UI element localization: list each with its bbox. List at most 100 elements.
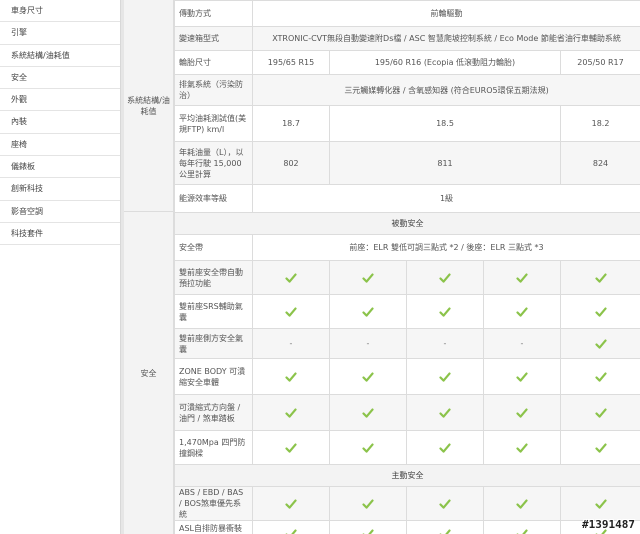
- check-icon: [362, 307, 374, 317]
- not-available-mark: -: [289, 339, 293, 348]
- check-cell: [559, 430, 640, 465]
- table-row: 雙前座側方安全氣囊 - - - -: [174, 328, 640, 359]
- check-icon: [594, 372, 607, 382]
- cell-fuel-2: 18.5: [329, 105, 561, 142]
- check-icon: [594, 339, 607, 349]
- check-icon: [516, 372, 528, 382]
- row-label-collapsible: 可潰縮式方向盤 / 油門 / 煞車踏板: [174, 394, 253, 431]
- row-label-door-beam: 1,470Mpa 四門防撞鋼樑: [174, 430, 253, 465]
- check-icon: [362, 372, 374, 382]
- dash-cell: [559, 328, 640, 359]
- check-cell: [406, 294, 484, 329]
- dash-cell: -: [252, 328, 330, 359]
- check-cell: [483, 394, 561, 431]
- check-icon: [285, 529, 297, 534]
- sidebar-item-av-aircon[interactable]: 影音空調: [0, 201, 120, 223]
- section-title-active: 主動安全: [173, 464, 640, 487]
- check-icon: [594, 443, 607, 453]
- cell-tire-3: 205/50 R17: [559, 50, 640, 75]
- dash-cell: -: [406, 328, 484, 359]
- row-label-asl: ASL自排防暴衝裝置: [174, 520, 253, 534]
- check-cell: [406, 486, 484, 521]
- spec-table: 傳動方式 前輪驅動 變速箱型式 XTRONIC-CVT無段自動變速附Ds檔 / …: [173, 0, 640, 534]
- row-label-emission: 排氣系統（污染防治）: [174, 74, 253, 106]
- check-cell: [252, 430, 330, 465]
- check-icon: [439, 529, 451, 534]
- check-cell: [406, 260, 484, 295]
- table-row: 平均油耗測試值(美規FTP) km/l 18.7 18.5 18.2: [174, 105, 640, 142]
- sidebar-item-innovation[interactable]: 創新科技: [0, 178, 120, 201]
- not-available-mark: -: [443, 339, 447, 348]
- table-row: 能源效率等級 1級: [174, 184, 640, 213]
- check-icon: [516, 408, 528, 418]
- check-cell: [406, 520, 484, 534]
- cell-seatbelt-value: 前座：ELR 雙低可調三點式 *2 / 後座：ELR 三點式 *3: [251, 234, 640, 261]
- sidebar-item-seats[interactable]: 座椅: [0, 134, 120, 157]
- sidebar-item-body-size[interactable]: 車身尺寸: [0, 0, 120, 23]
- table-row: ZONE BODY 可潰縮安全車體: [174, 358, 640, 395]
- check-icon: [516, 273, 528, 283]
- sidebar-item-interior[interactable]: 內裝: [0, 111, 120, 134]
- check-icon: [439, 499, 451, 509]
- check-icon: [439, 372, 451, 382]
- cell-fuel-1: 18.7: [252, 105, 330, 142]
- sidebar-item-dashboard[interactable]: 儀錶板: [0, 156, 120, 179]
- row-label-annual: 年耗油量（L），以每年行駛 15,000公里計算: [174, 141, 253, 185]
- section-header-passive: 被動安全: [173, 212, 640, 235]
- row-label-efficiency: 能源效率等級: [174, 184, 253, 213]
- check-cell: [329, 430, 407, 465]
- sidebar-item-safety[interactable]: 安全: [0, 67, 120, 90]
- row-label-abs: ABS / EBD / BAS / BOS煞車優先系統: [174, 486, 253, 521]
- check-icon: [439, 443, 451, 453]
- dash-cell: -: [329, 328, 407, 359]
- check-cell: [329, 260, 407, 295]
- group-label-system: 系統結構/油耗值: [124, 0, 174, 212]
- check-cell: [559, 358, 640, 395]
- table-row: 雙前座安全帶自動預拉功能: [174, 260, 640, 295]
- check-cell: [406, 430, 484, 465]
- table-row: 排氣系統（污染防治） 三元觸媒轉化器 / 含氧感知器 (符合EURO5環保五期法…: [174, 74, 640, 106]
- sidebar-item-exterior[interactable]: 外觀: [0, 89, 120, 112]
- check-icon: [439, 408, 451, 418]
- check-icon: [594, 273, 607, 283]
- cell-tire-2: 195/60 R16 (Ecopia 低滾動阻力輪胎): [329, 50, 561, 75]
- check-cell: [329, 358, 407, 395]
- table-row: 1,470Mpa 四門防撞鋼樑: [174, 430, 640, 465]
- check-cell: [329, 486, 407, 521]
- dash-cell: -: [483, 328, 561, 359]
- check-icon: [439, 273, 451, 283]
- cell-tire-1: 195/65 R15: [252, 50, 330, 75]
- row-label-tire: 輪胎尺寸: [174, 50, 253, 75]
- table-row: 年耗油量（L），以每年行駛 15,000公里計算 802 811 824: [174, 141, 640, 185]
- watermark: #1391487: [582, 518, 635, 531]
- check-cell: [559, 260, 640, 295]
- row-label-transmission: 變速箱型式: [174, 26, 253, 51]
- check-cell: [406, 394, 484, 431]
- sidebar-item-engine[interactable]: 引擎: [0, 22, 120, 45]
- not-available-mark: -: [520, 339, 524, 348]
- check-cell: [252, 520, 330, 534]
- check-icon: [516, 443, 528, 453]
- check-icon: [516, 529, 528, 534]
- check-cell: [406, 358, 484, 395]
- check-cell: [252, 358, 330, 395]
- table-row: 輪胎尺寸 195/65 R15 195/60 R16 (Ecopia 低滾動阻力…: [174, 50, 640, 75]
- check-cell: [483, 358, 561, 395]
- sidebar-item-system-fuel[interactable]: 系統結構/油耗值: [0, 45, 120, 67]
- check-icon: [439, 307, 451, 317]
- check-icon: [285, 273, 297, 283]
- check-icon: [285, 499, 297, 509]
- check-icon: [594, 307, 607, 317]
- table-row: 雙前座SRS輔助氣囊: [174, 294, 640, 329]
- cell-efficiency-value: 1級: [251, 184, 640, 213]
- row-label-pretensioner: 雙前座安全帶自動預拉功能: [174, 260, 253, 295]
- check-icon: [362, 529, 374, 534]
- cell-emission-value: 三元觸媒轉化器 / 含氧感知器 (符合EURO5環保五期法規): [251, 74, 640, 106]
- sidebar-item-tech-package[interactable]: 科技套件: [0, 223, 120, 246]
- check-icon: [594, 499, 607, 509]
- check-cell: [483, 430, 561, 465]
- check-cell: [252, 260, 330, 295]
- check-icon: [516, 307, 528, 317]
- check-cell: [559, 486, 640, 521]
- check-cell: [483, 486, 561, 521]
